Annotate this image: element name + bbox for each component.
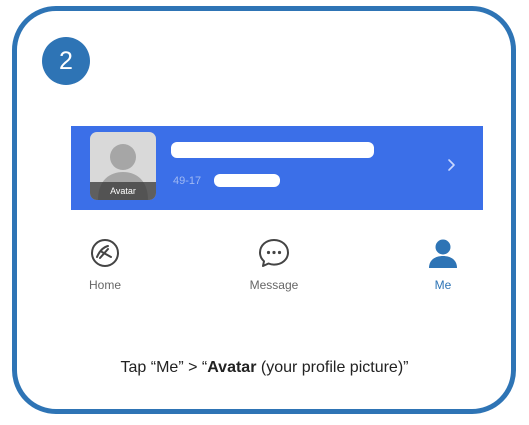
tab-message-label: Message [249,278,299,292]
redacted-account-id [214,174,280,187]
home-icon [91,239,119,267]
profile-banner[interactable]: Avatar 49-17 [71,126,483,210]
step-number-badge: 2 [42,37,90,85]
account-id-text: 49-17 [173,175,202,187]
instruction-bold: Avatar [207,359,257,376]
message-icon [259,239,289,267]
avatar-label: Avatar [90,182,156,200]
redacted-username [171,142,374,158]
tab-me-label: Me [434,278,452,292]
tab-message[interactable]: Message [229,236,319,300]
avatar[interactable]: Avatar [90,132,156,200]
tab-home-label: Home [88,278,121,292]
chevron-right-icon[interactable] [447,155,457,175]
instruction-prefix: Tap “Me” > “ [120,359,208,376]
instruction-suffix: (your profile picture)” [256,359,409,376]
instruction-text: Tap “Me” > “Avatar (your profile picture… [0,359,529,377]
tab-home[interactable]: Home [60,236,150,300]
tab-me[interactable]: Me [398,236,488,300]
user-icon [429,239,457,268]
